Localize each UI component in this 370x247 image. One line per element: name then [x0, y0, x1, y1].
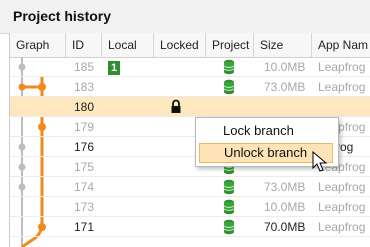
cell-id: 173 [74, 200, 95, 214]
database-icon [223, 59, 235, 75]
cell-id: 183 [74, 80, 95, 94]
table-row[interactable]: 173 10.0MB Leapfrog [10, 197, 370, 217]
cell-id: 179 [74, 120, 95, 134]
cell-id: 174 [74, 180, 95, 194]
column-headers: Graph ID Local Locked Project Size App N… [10, 33, 370, 58]
col-header-size[interactable]: Size [254, 33, 312, 57]
table-row-selected[interactable]: 180 [10, 97, 370, 117]
cell-id: 175 [74, 160, 95, 174]
lock-icon [171, 99, 181, 113]
table-row[interactable]: 171 70.0MB Leapfrog [10, 217, 370, 237]
panel-title: Project history [13, 8, 112, 24]
database-icon [223, 199, 235, 215]
table-row[interactable]: 183 73.0MB Leapfrog [10, 77, 370, 97]
cell-id: 171 [74, 220, 95, 234]
col-header-graph[interactable]: Graph [10, 33, 66, 57]
col-header-project[interactable]: Project [206, 33, 254, 57]
col-header-id[interactable]: ID [66, 33, 102, 57]
cell-size: 10.0MB [264, 200, 306, 214]
cell-app-name: Leapfrog [318, 220, 366, 234]
panel-header: Project history [0, 0, 370, 34]
local-count-badge: 1 [108, 61, 120, 75]
arrow-cursor-icon [312, 151, 328, 172]
cell-id: 185 [74, 60, 95, 74]
database-icon [223, 219, 235, 235]
table-row[interactable]: 185 1 10.0MB Leapfrog [10, 57, 370, 77]
cell-app-name: Leapfrog [318, 180, 366, 194]
cell-app-name: Leapfrog [318, 60, 366, 74]
lock-branch-menu-item[interactable]: Lock branch [199, 121, 333, 141]
cell-size: 73.0MB [264, 180, 306, 194]
table-row[interactable]: 174 73.0MB Leapfrog [10, 177, 370, 197]
col-header-local[interactable]: Local [102, 33, 154, 57]
cell-size: 70.0MB [264, 220, 306, 234]
cell-local: 1 [102, 57, 154, 77]
cell-app-name: Leapfrog [318, 200, 366, 214]
cell-size: 73.0MB [264, 80, 306, 94]
col-header-locked[interactable]: Locked [154, 33, 206, 57]
col-header-app-name[interactable]: App Nam [312, 33, 370, 57]
database-icon [223, 79, 235, 95]
database-icon [223, 179, 235, 195]
cell-app-name: Leapfrog [318, 80, 366, 94]
cell-id: 180 [74, 100, 95, 114]
cell-id: 176 [74, 140, 95, 154]
cell-size: 10.0MB [264, 60, 306, 74]
